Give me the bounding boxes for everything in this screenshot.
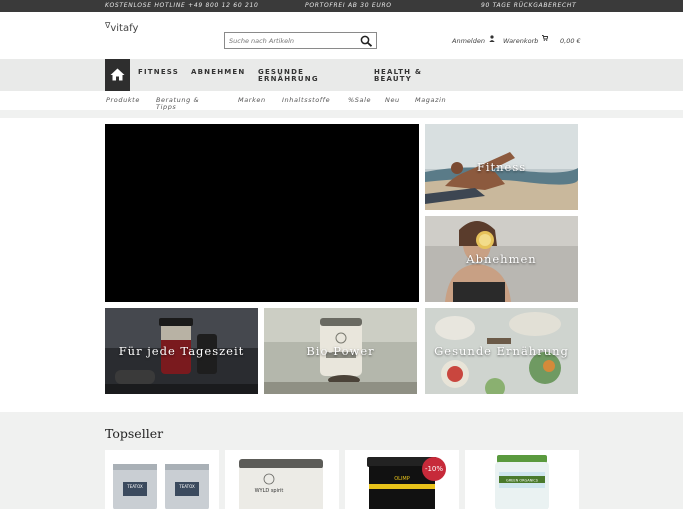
search-icon[interactable] <box>360 35 373 47</box>
product-image-teatox: TEATOX TEATOX <box>113 464 209 509</box>
tile-fitness-label: Fitness <box>476 160 527 174</box>
tile-abnehmen-label: Abnehmen <box>466 252 537 266</box>
nav-item-gesunde-ernaehrung[interactable]: GESUNDE ERNÄHRUNG <box>258 69 348 83</box>
product-image-wyld: WYLD spirit <box>239 459 323 509</box>
home-icon <box>110 68 125 81</box>
product-card[interactable]: GREEN ORGANICS <box>465 450 579 509</box>
product-card[interactable]: TEATOX TEATOX <box>105 450 219 509</box>
nav-item-fitness[interactable]: FITNESS <box>138 69 179 76</box>
top-info-bar: KOSTENLOSE HOTLINE +49 800 12 60 210 POR… <box>0 0 683 12</box>
tile-bio-label: Bio-Power <box>306 344 375 358</box>
sub-nav: Produkte Beratung & Tipps Marken Inhalts… <box>0 91 683 111</box>
shipping-text: PORTOFREI AB 30 EURO <box>305 2 392 9</box>
login-link[interactable]: Anmelden <box>452 37 485 45</box>
tile-bio[interactable]: Bio-Power <box>264 308 417 394</box>
tile-ernaehrung[interactable]: Gesunde Ernährung <box>425 308 578 394</box>
tile-tageszeit-label: Für jede Tageszeit <box>118 344 245 358</box>
subnav-beratung[interactable]: Beratung & Tipps <box>156 97 211 111</box>
cart-icon[interactable] <box>542 35 548 41</box>
cart-link[interactable]: Warenkorb <box>503 37 538 45</box>
discount-badge: -10% <box>422 457 446 481</box>
product-image-coconut: GREEN ORGANICS <box>495 455 549 509</box>
tile-fitness[interactable]: Fitness <box>425 124 578 210</box>
topseller-title: Topseller <box>105 426 164 441</box>
subnav-sale[interactable]: %Sale <box>348 97 371 104</box>
subnav-magazin[interactable]: Magazin <box>415 97 446 104</box>
search-input[interactable] <box>229 35 357 46</box>
olimp-label: OLIMP <box>394 476 410 482</box>
subnav-neu[interactable]: Neu <box>385 97 400 104</box>
main-nav: FITNESS ABNEHMEN GESUNDE ERNÄHRUNG HEALT… <box>0 59 683 91</box>
tile-tageszeit[interactable]: Für jede Tageszeit <box>105 308 258 394</box>
nav-item-abnehmen[interactable]: ABNEHMEN <box>191 69 245 76</box>
nav-item-health-beauty[interactable]: HEALTH & BEAUTY <box>374 69 429 83</box>
header: ∇vitafy Anmelden Warenkorb 0,00 € <box>0 12 683 59</box>
logo-text: vitafy <box>110 23 139 34</box>
cart-total[interactable]: 0,00 € <box>560 37 581 45</box>
coconut-label: GREEN ORGANICS <box>506 479 539 483</box>
tile-abnehmen[interactable]: Abnehmen <box>425 216 578 302</box>
logo-triangle-icon: ∇ <box>105 21 111 30</box>
subnav-inhaltsstoffe[interactable]: Inhaltsstoffe <box>282 97 330 104</box>
user-icon[interactable] <box>489 35 495 42</box>
subnav-marken[interactable]: Marken <box>238 97 266 104</box>
search-box <box>224 32 377 49</box>
product-image-olimp: OLIMP <box>367 457 437 509</box>
spacer <box>0 110 683 118</box>
teatox-label: TEATOX <box>126 484 143 489</box>
wyld-label: WYLD spirit <box>255 488 284 494</box>
teatox-label-2: TEATOX <box>178 484 195 489</box>
product-card[interactable]: OLIMP -10% <box>345 450 459 509</box>
tile-ernaehrung-label: Gesunde Ernährung <box>434 344 569 358</box>
returns-text: 90 TAGE RÜCKGABERECHT <box>481 2 577 9</box>
topseller-section <box>0 412 683 509</box>
home-button[interactable] <box>105 59 130 91</box>
subnav-produkte[interactable]: Produkte <box>106 97 140 104</box>
logo[interactable]: ∇vitafy <box>105 21 139 34</box>
product-card[interactable]: WYLD spirit <box>225 450 339 509</box>
hotline-text: KOSTENLOSE HOTLINE +49 800 12 60 210 <box>105 2 259 9</box>
category-grid: Fitness Abnehmen Für jede Tageszeit Bio-… <box>0 118 683 412</box>
hero-banner[interactable] <box>105 124 419 302</box>
